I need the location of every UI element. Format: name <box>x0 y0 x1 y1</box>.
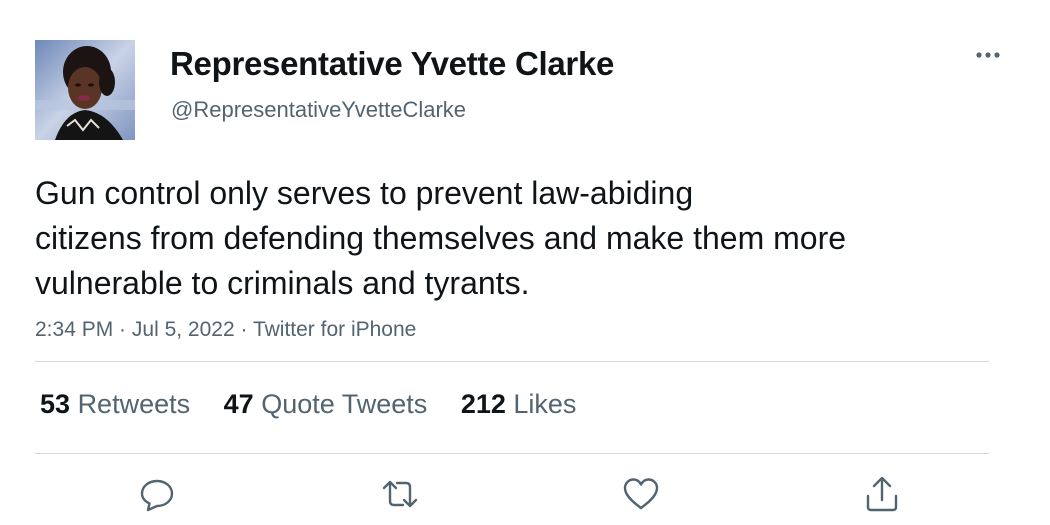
quote-tweets-count: 47 <box>223 389 254 419</box>
tweet-text-line: citizens from defending themselves and m… <box>35 220 847 256</box>
share-icon <box>866 476 898 512</box>
reply-icon <box>140 479 174 512</box>
reply-button[interactable] <box>137 474 177 514</box>
divider <box>35 453 989 454</box>
profile-photo-icon <box>35 40 135 140</box>
tweet-text-line: Gun control only serves to prevent law-a… <box>35 175 694 211</box>
tweet-metadata: 2:34 PM · Jul 5, 2022 · Twitter for iPho… <box>35 315 416 345</box>
quote-tweets-label: Quote Tweets <box>261 389 428 419</box>
likes-label: Likes <box>513 389 577 419</box>
divider <box>35 361 989 362</box>
likes-count: 212 <box>460 389 506 419</box>
like-button[interactable] <box>621 474 661 514</box>
tweet-stats: 53 Retweets 47 Quote Tweets 212 Likes <box>40 387 602 421</box>
retweets-count: 53 <box>40 389 71 419</box>
share-button[interactable] <box>862 474 902 514</box>
meta-separator: · <box>113 318 132 341</box>
retweet-icon <box>382 480 418 508</box>
more-options-button[interactable] <box>970 40 1006 70</box>
tweet-text-line: vulnerable to criminals and tyrants. <box>35 265 530 301</box>
author-display-name[interactable]: Representative Yvette Clarke <box>170 42 614 86</box>
more-horizontal-icon <box>976 52 1000 58</box>
quote-tweets-stat[interactable]: 47 Quote Tweets <box>224 387 428 421</box>
like-icon <box>623 478 659 510</box>
tweet-text: Gun control only serves to prevent law-a… <box>35 171 995 306</box>
retweets-stat[interactable]: 53 Retweets <box>40 387 190 421</box>
meta-separator: · <box>234 318 253 341</box>
tweet-date[interactable]: Jul 5, 2022 <box>132 318 235 341</box>
avatar[interactable] <box>35 40 135 140</box>
tweet-time[interactable]: 2:34 PM <box>35 318 113 341</box>
author-handle[interactable]: @RepresentativeYvetteClarke <box>171 96 466 124</box>
retweet-button[interactable] <box>380 474 420 514</box>
likes-stat[interactable]: 212 Likes <box>461 387 577 421</box>
retweets-label: Retweets <box>77 389 191 419</box>
tweet-source[interactable]: Twitter for iPhone <box>253 318 416 341</box>
